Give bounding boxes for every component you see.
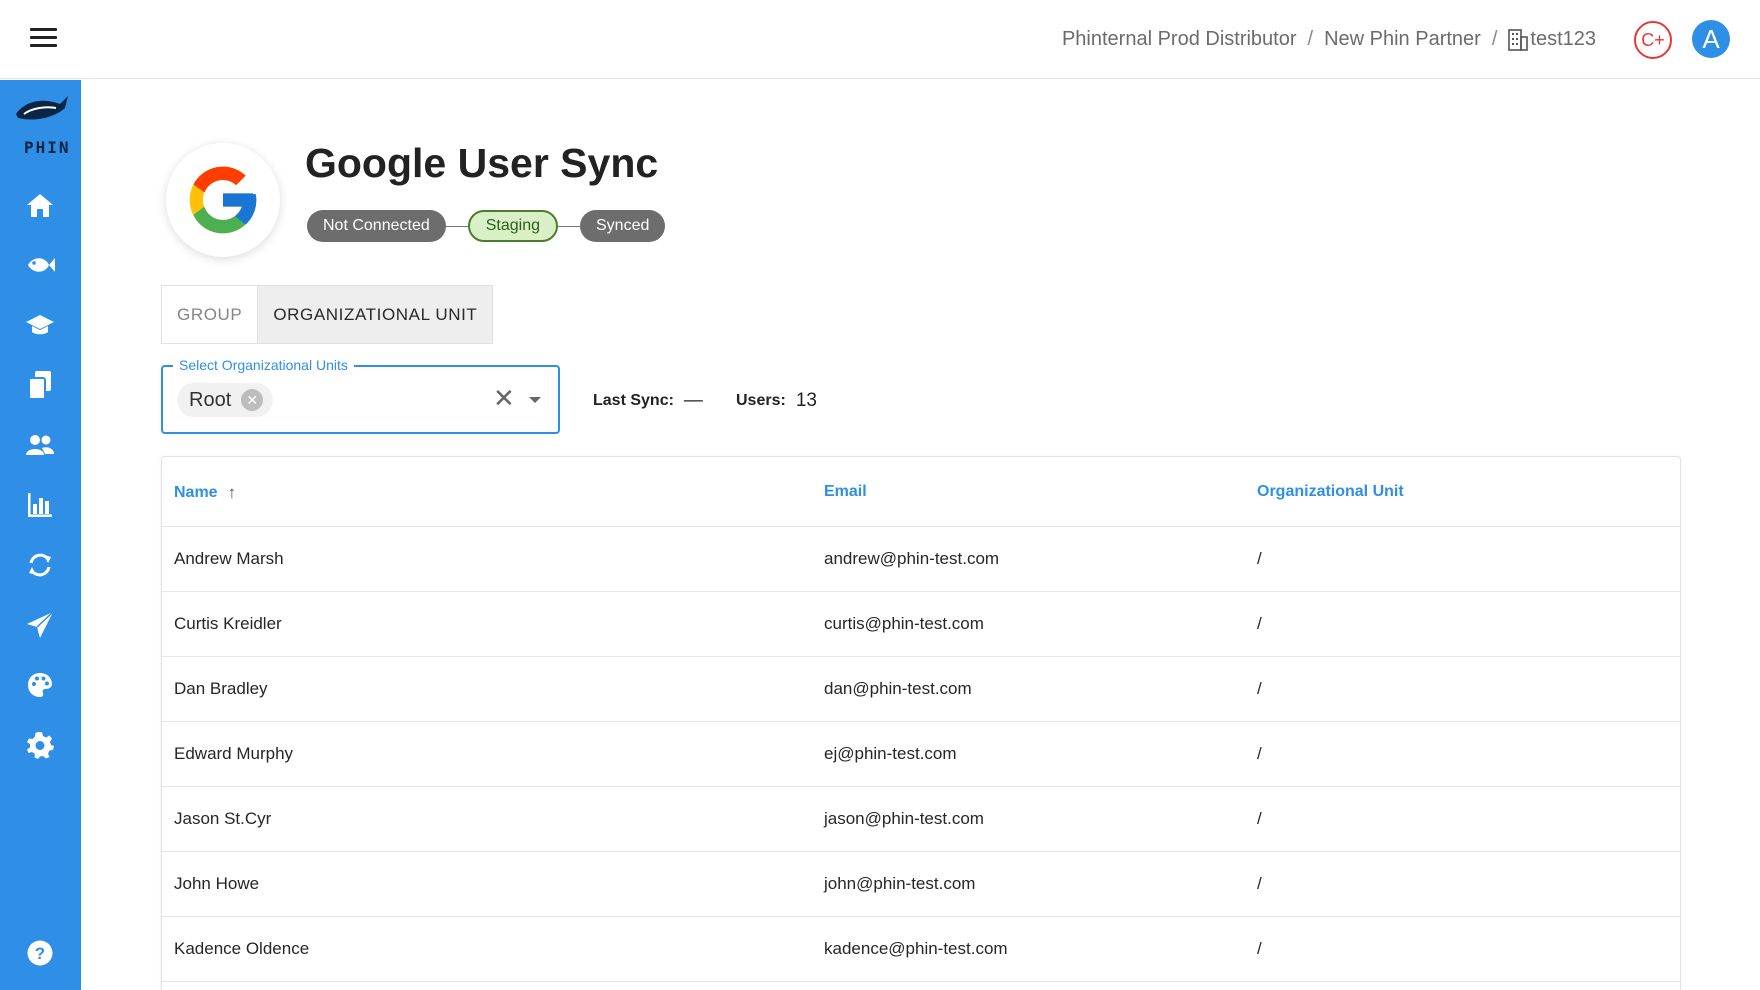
selected-ou-chip-label: Root xyxy=(189,388,232,411)
users-icon[interactable] xyxy=(25,430,55,460)
last-sync-value: — xyxy=(683,390,703,411)
cell-ou: / xyxy=(1257,549,1262,568)
cell-ou: / xyxy=(1257,809,1262,828)
cell-email: dan@phin-test.com xyxy=(824,679,972,698)
cell-ou: / xyxy=(1257,939,1262,958)
help-icon[interactable]: ? xyxy=(25,938,55,968)
cell-email: ej@phin-test.com xyxy=(824,744,957,763)
palette-icon[interactable] xyxy=(25,670,55,700)
svg-text:?: ? xyxy=(35,944,45,963)
phin-logo-mark-icon xyxy=(16,96,68,120)
table-row[interactable]: Edward Murphy ej@phin-test.com / xyxy=(162,722,1680,787)
breadcrumb-item-partner[interactable]: New Phin Partner xyxy=(1324,28,1481,51)
cell-name: Kadence Oldence xyxy=(174,939,310,958)
cell-ou: / xyxy=(1257,614,1262,633)
table-row[interactable]: Jason St.Cyr jason@phin-test.com / xyxy=(162,787,1680,852)
last-sync-info: Last Sync: — xyxy=(593,390,703,412)
cell-email: andrew@phin-test.com xyxy=(824,549,1000,568)
chip-remove-icon[interactable]: ✕ xyxy=(241,389,264,411)
google-g-icon xyxy=(189,166,257,234)
breadcrumb-separator: / xyxy=(1307,28,1314,50)
cell-email: curtis@phin-test.com xyxy=(824,614,984,633)
bar-chart-icon[interactable] xyxy=(25,490,55,520)
breadcrumb-item-company[interactable]: test123 xyxy=(1530,28,1596,51)
table-header: Name ↑ Email Organizational Unit xyxy=(162,457,1680,527)
sort-ascending-icon[interactable]: ↑ xyxy=(228,483,237,503)
sync-status-stepper: Not Connected Staging Synced xyxy=(307,210,666,242)
step-connector xyxy=(445,225,468,227)
gear-icon[interactable] xyxy=(25,730,55,760)
clear-selection-icon[interactable]: ✕ xyxy=(493,385,515,411)
graduation-cap-icon[interactable] xyxy=(25,310,55,340)
cell-ou: / xyxy=(1257,874,1262,893)
phin-logo[interactable]: PHIN xyxy=(10,92,70,157)
cell-email: jason@phin-test.com xyxy=(824,809,984,828)
cell-email: john@phin-test.com xyxy=(824,874,976,893)
paper-plane-icon[interactable] xyxy=(25,610,55,640)
sync-icon[interactable] xyxy=(25,550,55,580)
column-header-organizational-unit[interactable]: Organizational Unit xyxy=(1257,483,1404,501)
hamburger-menu-icon[interactable] xyxy=(30,28,66,52)
cell-name: Dan Bradley xyxy=(174,679,268,698)
home-icon[interactable] xyxy=(25,190,55,220)
breadcrumb: Phinternal Prod Distributor / New Phin P… xyxy=(1062,28,1596,51)
cell-name: Edward Murphy xyxy=(174,744,294,763)
column-header-name[interactable]: Name ↑ xyxy=(174,483,236,503)
step-synced: Synced xyxy=(580,210,666,242)
sync-mode-tabs: GROUP ORGANIZATIONAL UNIT xyxy=(161,285,494,344)
breadcrumb-item-distributor[interactable]: Phinternal Prod Distributor xyxy=(1062,28,1297,51)
breadcrumb-separator: / xyxy=(1491,28,1498,50)
tab-organizational-unit[interactable]: ORGANIZATIONAL UNIT xyxy=(257,286,493,343)
table-row[interactable]: Andrew Marsh andrew@phin-test.com / xyxy=(162,527,1680,592)
logo-text: PHIN xyxy=(24,138,71,157)
cell-name: John Howe xyxy=(174,874,260,893)
select-label: Select Organizational Units xyxy=(173,357,354,373)
sidebar: PHIN ? xyxy=(0,80,81,990)
user-avatar[interactable]: A xyxy=(1692,20,1730,58)
table-row[interactable]: Dan Bradley dan@phin-test.com / xyxy=(162,657,1680,722)
step-not-connected: Not Connected xyxy=(307,210,446,242)
table-row[interactable]: Curtis Kreidler curtis@phin-test.com / xyxy=(162,592,1680,657)
top-app-bar: Phinternal Prod Distributor / New Phin P… xyxy=(0,0,1760,79)
table-row[interactable]: Kadence Oldence kadence@phin-test.com / xyxy=(162,917,1680,982)
users-count: 13 xyxy=(795,390,817,411)
fish-icon[interactable] xyxy=(25,250,55,280)
users-table: Name ↑ Email Organizational Unit Andrew … xyxy=(161,456,1681,990)
cell-name: Curtis Kreidler xyxy=(174,614,282,633)
users-count-info: Users: 13 xyxy=(736,390,817,412)
organizational-units-select[interactable]: Select Organizational Units Root ✕ ✕ xyxy=(161,357,560,434)
selected-ou-chip: Root ✕ xyxy=(177,383,274,417)
create-company-button[interactable]: C+ xyxy=(1634,21,1672,59)
users-label: Users: xyxy=(736,392,786,409)
cell-ou: / xyxy=(1257,679,1262,698)
cell-ou: / xyxy=(1257,744,1262,763)
step-staging: Staging xyxy=(467,210,558,242)
column-header-email[interactable]: Email xyxy=(824,483,867,501)
page-title: Google User Sync xyxy=(305,140,659,186)
tab-group[interactable]: GROUP xyxy=(162,286,258,343)
step-connector xyxy=(558,225,580,227)
documents-icon[interactable] xyxy=(25,370,55,400)
google-logo xyxy=(166,143,280,257)
table-row[interactable]: John Howe john@phin-test.com / xyxy=(162,852,1680,917)
dropdown-arrow-icon[interactable] xyxy=(529,397,541,403)
cell-name: Andrew Marsh xyxy=(174,549,284,568)
column-header-name-label: Name xyxy=(174,484,218,501)
building-icon xyxy=(1508,28,1529,51)
cell-email: kadence@phin-test.com xyxy=(824,939,1008,958)
last-sync-label: Last Sync: xyxy=(593,392,674,409)
cell-name: Jason St.Cyr xyxy=(174,809,272,828)
